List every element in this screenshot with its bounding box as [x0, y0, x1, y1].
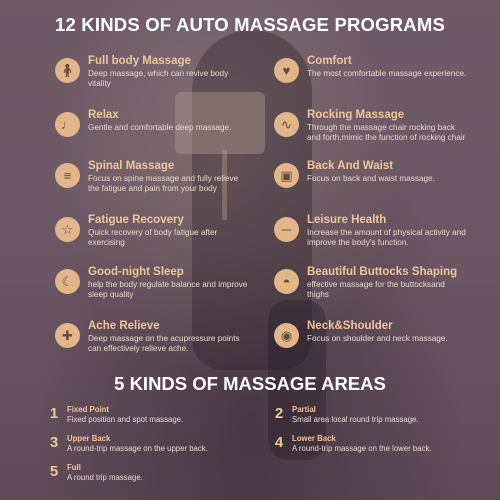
program-desc: Focus on shoulder and neck massage.: [307, 334, 448, 343]
back-waist-icon: ▣: [274, 163, 299, 188]
area-number: 1: [49, 405, 59, 422]
program-desc: effective massage for the buttocksand th…: [307, 280, 445, 300]
reclining-person-icon: ♩: [55, 112, 80, 137]
area-desc: A round-trip massage on the upper back.: [67, 444, 208, 453]
program-title: Spinal Massage: [88, 160, 175, 172]
program-title: Good-night Sleep: [88, 266, 184, 278]
neck-shoulder-icon: ◉: [274, 323, 299, 348]
area-title: Partial: [292, 405, 316, 414]
program-title: Comfort: [307, 55, 352, 67]
rocking-chair-icon: ∿: [274, 112, 299, 137]
person-standing-icon: 🧍︎: [55, 58, 80, 83]
area-number: 5: [49, 463, 59, 480]
lying-person-icon: ─: [274, 217, 299, 242]
program-desc: Deep massage, which can revive body vita…: [88, 69, 229, 89]
program-desc: Deep massage on the acupressure points c…: [88, 334, 240, 354]
program-desc: Increase the amount of physical activity…: [307, 228, 466, 248]
area-desc: Small area local round trip massage.: [292, 415, 419, 424]
acupressure-icon: ✚: [55, 323, 80, 348]
program-title: Rocking Massage: [307, 109, 405, 121]
program-title: Relax: [88, 109, 119, 121]
program-desc: Gentle and comfortable deep massage.: [88, 123, 232, 132]
program-title: Ache Relieve: [88, 320, 160, 332]
program-title: Neck&Shoulder: [307, 320, 393, 332]
areas-heading: 5 KINDS OF MASSAGE AREAS: [114, 373, 386, 394]
area-title: Full: [67, 463, 81, 472]
area-number: 4: [274, 434, 284, 451]
program-desc: Through the massage chair rocking back a…: [307, 123, 466, 143]
area-title: Lower Back: [292, 434, 336, 443]
program-title: Fatigue Recovery: [88, 214, 184, 226]
program-desc: The most comfortable massage experience.: [307, 69, 467, 78]
program-title: Full body Massage: [88, 55, 191, 67]
program-desc: help the body regulate balance and impro…: [88, 280, 248, 300]
area-number: 2: [274, 405, 284, 422]
area-title: Fixed Point: [67, 405, 110, 414]
area-title: Upper Back: [67, 434, 111, 443]
area-number: 3: [49, 434, 59, 451]
program-title: Beautiful Buttocks Shaping: [307, 266, 458, 278]
stretching-person-icon: ☆: [55, 217, 80, 242]
program-title: Leisure Health: [307, 214, 387, 226]
program-title: Back And Waist: [307, 160, 394, 172]
area-desc: Fixed position and spot massage.: [67, 415, 184, 424]
area-desc: A round trip massage.: [67, 473, 143, 482]
area-desc: A round-trip massage on the lower back.: [292, 444, 432, 453]
programs-heading: 12 KINDS OF AUTO MASSAGE PROGRAMS: [54, 14, 445, 35]
buttocks-icon: ◓: [274, 269, 299, 294]
program-desc: Quick recovery of body fatigue after exe…: [88, 228, 218, 248]
program-desc: Focus on back and waist massage.: [307, 174, 435, 183]
program-desc: Focus on spine massage and fully relieve…: [88, 174, 239, 194]
spine-icon: ≡: [55, 163, 80, 188]
seated-person-icon: ♥: [274, 58, 299, 83]
moon-icon: ☾: [55, 269, 80, 294]
